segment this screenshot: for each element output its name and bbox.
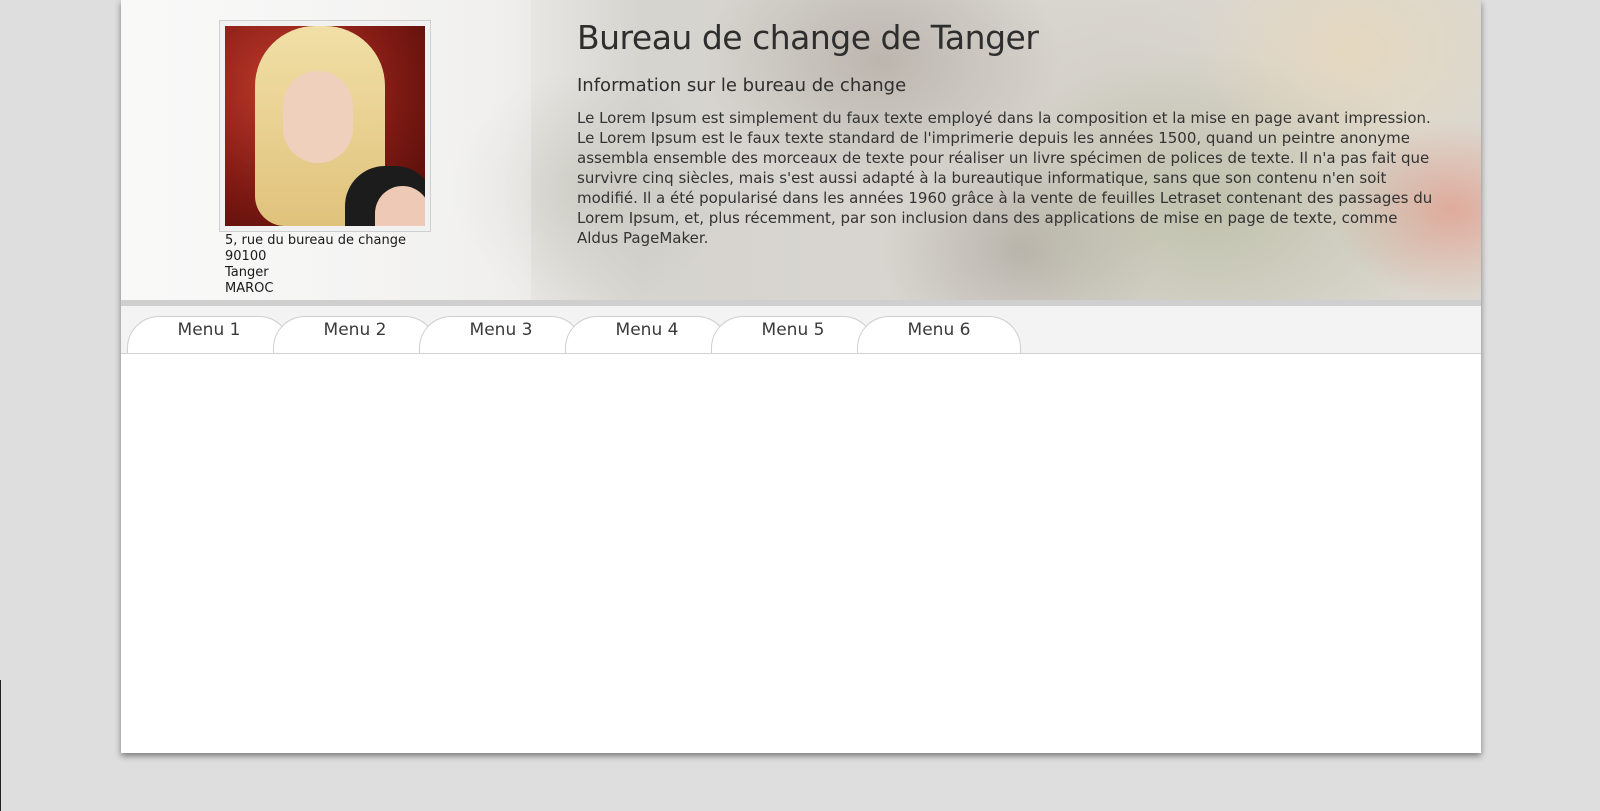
main-content-area (121, 354, 1481, 753)
profile-photo (225, 26, 425, 226)
address-country: MAROC (225, 281, 274, 296)
header-content: Bureau de change de Tanger Information s… (577, 18, 1437, 248)
address-city: Tanger (225, 265, 269, 280)
menu-bar: Menu 1 Menu 2 Menu 3 Menu 4 Menu 5 Menu … (121, 306, 1481, 354)
menu-tab-3[interactable]: Menu 3 (419, 316, 583, 353)
address-street: 5, rue du bureau de change (225, 233, 406, 248)
description-paragraph: Le Lorem Ipsum est simplement du faux te… (577, 109, 1433, 247)
menu-tab-4[interactable]: Menu 4 (565, 316, 729, 353)
address-block: 5, rue du bureau de change 90100 Tanger … (225, 233, 406, 297)
page-title: Bureau de change de Tanger (577, 18, 1039, 57)
menu-tab-1[interactable]: Menu 1 (127, 316, 291, 353)
menu-tab-5[interactable]: Menu 5 (711, 316, 875, 353)
address-postal-code: 90100 (225, 249, 267, 264)
section-subtitle: Information sur le bureau de change (577, 75, 907, 96)
page-container: 5, rue du bureau de change 90100 Tanger … (121, 0, 1481, 753)
photo-face (283, 71, 353, 163)
profile-photo-frame (219, 20, 431, 232)
menu-tab-2[interactable]: Menu 2 (273, 316, 437, 353)
left-edge-line (0, 680, 1, 811)
header-banner: 5, rue du bureau de change 90100 Tanger … (121, 0, 1481, 300)
menu-tab-6[interactable]: Menu 6 (857, 316, 1021, 353)
